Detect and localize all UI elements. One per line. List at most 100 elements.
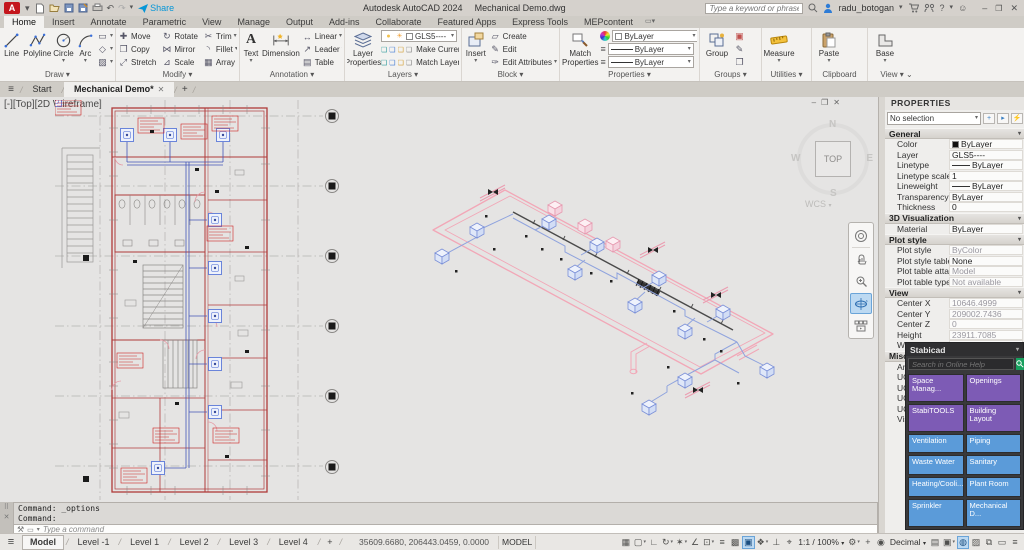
- trim-button[interactable]: ✂Trim▾: [203, 30, 237, 43]
- doc-tab-menu-icon[interactable]: ≡: [2, 83, 20, 97]
- dimension-button[interactable]: Dimension: [262, 29, 300, 59]
- viewcube-west[interactable]: W: [791, 153, 800, 164]
- ribbon-tab-output[interactable]: Output: [278, 16, 321, 28]
- layout-tab-level-1[interactable]: Level 1: [123, 535, 166, 550]
- leader-button[interactable]: ↗Leader▾: [302, 43, 342, 56]
- stabicad-collapse-icon[interactable]: ▾: [1016, 346, 1019, 353]
- layout-menu-icon[interactable]: ≡: [3, 536, 19, 548]
- layout-tab-level-4[interactable]: Level 4: [272, 535, 315, 550]
- scale-button[interactable]: ⊿Scale: [161, 56, 198, 69]
- mirror-button[interactable]: ⋈Mirror: [161, 43, 198, 56]
- linear-button[interactable]: ↔Linear▾: [302, 30, 342, 43]
- stabicad-sanitary-button[interactable]: Sanitary: [966, 455, 1022, 475]
- layer-tool-icon[interactable]: ❏: [398, 59, 404, 67]
- base-button[interactable]: Base ▾: [870, 29, 900, 64]
- redo-button[interactable]: ↷: [118, 2, 126, 14]
- units-button[interactable]: Decimal ▾: [888, 537, 928, 547]
- stabicad-space-manag-button[interactable]: Space Manag...: [908, 374, 964, 402]
- viewcube-top-face[interactable]: TOP: [815, 141, 851, 177]
- ribbon-tab-manage[interactable]: Manage: [229, 16, 278, 28]
- property-value[interactable]: ByLayer: [949, 192, 1023, 202]
- showmotion-icon[interactable]: [850, 315, 872, 336]
- ribbon-tab-collaborate[interactable]: Collaborate: [368, 16, 430, 28]
- new-drawing-tab-button[interactable]: +: [177, 83, 193, 97]
- layout-tab-level-2[interactable]: Level 2: [173, 535, 216, 550]
- linetype-combo[interactable]: ByLayer▾: [608, 43, 694, 55]
- layer-tool-icon[interactable]: ❏: [398, 46, 404, 54]
- selection-type-combo[interactable]: No selection ▾: [887, 112, 981, 125]
- circle-button[interactable]: Circle ▾: [53, 29, 73, 64]
- property-value[interactable]: GLS5----: [949, 150, 1023, 160]
- plot-icon[interactable]: [92, 3, 103, 13]
- arc-button[interactable]: Arc ▾: [76, 29, 95, 64]
- rectangle-tool-button[interactable]: ▭▾: [97, 30, 113, 43]
- panel-draw-title[interactable]: Draw ▾: [2, 70, 113, 81]
- share-button[interactable]: Share: [138, 3, 174, 13]
- text-button[interactable]: A Text ▾: [242, 29, 260, 64]
- measure-button[interactable]: Measure ▾: [764, 29, 794, 64]
- feedback-icon[interactable]: ☺: [958, 2, 967, 14]
- tab-start[interactable]: Start: [23, 82, 62, 97]
- layer-properties-button[interactable]: Layer Properties: [347, 29, 379, 67]
- annotation-add-scales-icon[interactable]: +: [862, 536, 874, 549]
- stabicad-heating-cooli-button[interactable]: Heating/Cooli...: [908, 477, 964, 497]
- workspace-switching-icon[interactable]: ⚙▾: [847, 536, 861, 549]
- property-row-transparency[interactable]: TransparencyByLayer: [885, 192, 1024, 203]
- lock-ui-icon[interactable]: ▣▾: [942, 536, 956, 549]
- search-icon[interactable]: [808, 3, 818, 13]
- ribbon-tab-annotate[interactable]: Annotate: [83, 16, 135, 28]
- layout-tab-level-1[interactable]: Level -1: [71, 535, 117, 550]
- layout-tab-level-3[interactable]: Level 3: [222, 535, 265, 550]
- save-as-icon[interactable]: [78, 3, 88, 13]
- qat-customize-caret-icon[interactable]: ▾: [130, 2, 134, 14]
- property-value[interactable]: 23911.7085: [949, 330, 1023, 340]
- property-row-color[interactable]: ColorByLayer: [885, 139, 1024, 150]
- floor-plan-drawing[interactable]: [55, 100, 345, 500]
- move-button[interactable]: ✚Move: [118, 30, 156, 43]
- vp-minimize-icon[interactable]: –: [812, 98, 816, 107]
- layer-tool-icon[interactable]: ❏: [381, 59, 387, 67]
- stabicad-stabitools-button[interactable]: StabiTOOLS: [908, 404, 964, 432]
- undo-button[interactable]: ↶: [107, 2, 115, 14]
- properties-title[interactable]: PROPERTIES: [885, 97, 1024, 110]
- stabicad-search-button[interactable]: [1016, 358, 1024, 370]
- property-value[interactable]: 10646.4999: [949, 298, 1023, 308]
- annotation-scale-button[interactable]: 1:1 / 100% ▾: [796, 537, 846, 547]
- edit-button[interactable]: ✎Edit: [490, 43, 557, 56]
- pan-icon[interactable]: [850, 249, 872, 270]
- base-caret-icon[interactable]: ▾: [883, 59, 886, 64]
- panel-properties-title[interactable]: Properties ▾: [562, 70, 697, 81]
- select-objects-icon[interactable]: ▸: [997, 113, 1009, 124]
- lineweight-icon[interactable]: ≡: [716, 536, 728, 549]
- fillet-button[interactable]: ◝Fillet▾: [203, 43, 237, 56]
- object-color-combo[interactable]: ByLayer▾: [612, 30, 697, 42]
- property-value[interactable]: 0: [949, 319, 1023, 329]
- tab-mechanical-demo[interactable]: Mechanical Demo*✕: [64, 82, 174, 97]
- ribbon-tab-add-ins[interactable]: Add-ins: [321, 16, 368, 28]
- table-button[interactable]: ▤Table: [302, 56, 342, 69]
- stabicad-plant-room-button[interactable]: Plant Room: [966, 477, 1022, 497]
- panel-modify-title[interactable]: Modify ▾: [118, 70, 237, 81]
- stabicad-mechanical-d-button[interactable]: Mechanical D...: [966, 499, 1022, 527]
- section-plot-style[interactable]: Plot style▾: [885, 234, 1024, 245]
- layout-tab-model[interactable]: Model: [22, 535, 64, 550]
- paste-button[interactable]: Paste ▾: [814, 29, 844, 64]
- property-row-layer[interactable]: LayerGLS5----: [885, 150, 1024, 161]
- paste-caret-icon[interactable]: ▾: [827, 59, 830, 64]
- annotation-monitor-icon[interactable]: ◉: [875, 536, 887, 549]
- new-layout-button[interactable]: +: [323, 535, 336, 550]
- navigation-wheel-icon[interactable]: [850, 225, 872, 246]
- model-space-button[interactable]: MODEL: [498, 536, 536, 549]
- new-file-icon[interactable]: [35, 3, 45, 14]
- property-row-plot-style-table[interactable]: Plot style tableNone: [885, 256, 1024, 267]
- viewcube-north[interactable]: N: [829, 119, 836, 130]
- ribbon-tab-home[interactable]: Home: [4, 16, 44, 28]
- property-value[interactable]: Not available: [949, 277, 1023, 287]
- ortho-mode-icon[interactable]: ∟: [648, 536, 660, 549]
- lineweight-combo[interactable]: ByLayer▾: [608, 56, 694, 68]
- help-search-input[interactable]: [705, 3, 803, 14]
- toggle-pickadd-icon[interactable]: +: [983, 113, 995, 124]
- insert-caret-icon[interactable]: ▾: [474, 59, 477, 64]
- stabicad-search-input[interactable]: [908, 358, 1014, 370]
- connect-icon[interactable]: [924, 3, 935, 13]
